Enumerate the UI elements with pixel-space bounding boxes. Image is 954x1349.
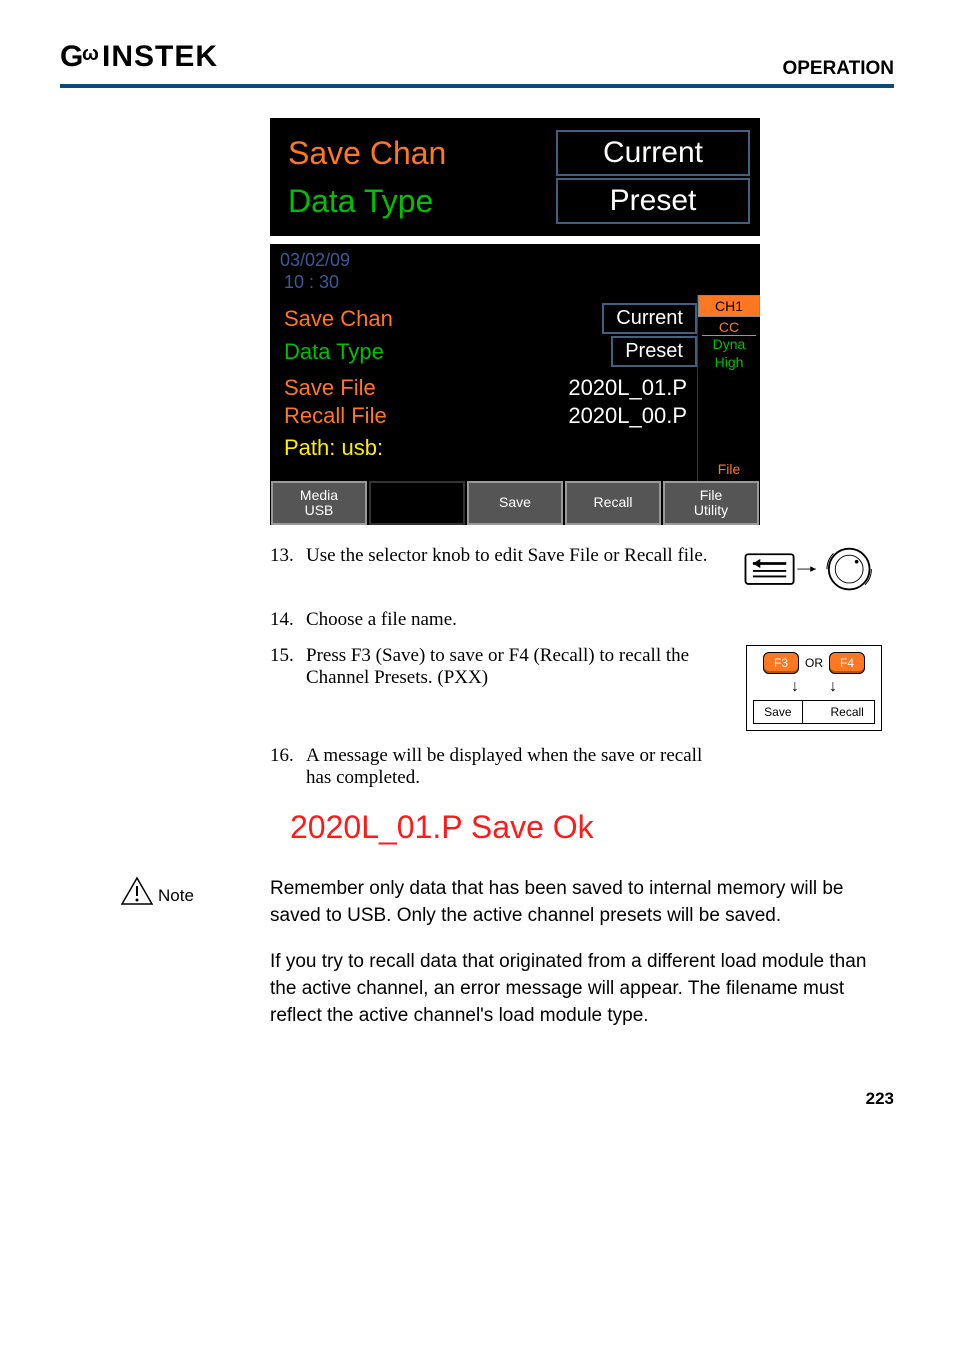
step-15-num: 15.: [270, 645, 306, 667]
step-14-text: Choose a file name.: [306, 609, 734, 631]
step-14: 14. Choose a file name.: [270, 609, 894, 631]
note-p1: Remember only data that has been saved t…: [270, 876, 894, 929]
step-16: 16. A message will be displayed when the…: [270, 745, 894, 789]
softkey-f1a: Media: [300, 488, 338, 503]
softkey-file-utility[interactable]: File Utility: [663, 481, 759, 525]
time: 10 : 30: [280, 272, 750, 294]
save-label: Save: [754, 701, 802, 723]
arrow-down-icon: ↓: [791, 678, 799, 696]
data-type-value: Preset: [556, 178, 750, 224]
note-p2: If you try to recall data that originate…: [270, 949, 894, 1029]
softkey-recall[interactable]: Recall: [565, 481, 661, 525]
softkey-save[interactable]: Save: [467, 481, 563, 525]
brand-logo-svg: G ω INSTEK: [60, 40, 250, 72]
step-15-text: Press F3 (Save) to save or F4 (Recall) t…: [306, 645, 734, 689]
page-header: G ω INSTEK OPERATION: [60, 40, 894, 88]
softkey-f1b: USB: [305, 503, 334, 518]
svg-text:G: G: [60, 40, 84, 72]
sc-save-chan-value: Current: [602, 303, 697, 334]
svg-text:INSTEK: INSTEK: [102, 40, 218, 72]
note-label: Note: [158, 876, 194, 906]
side-cc: CC: [702, 317, 756, 336]
side-high: High: [698, 354, 760, 370]
side-file: File: [698, 461, 760, 481]
side-dyna: Dyna: [698, 336, 760, 352]
side-panel: CH1 CC Dyna High File: [697, 295, 760, 481]
page-number: 223: [60, 1089, 894, 1109]
step-16-text: A message will be displayed when the sav…: [306, 745, 734, 789]
softkey-media-usb[interactable]: Media USB: [271, 481, 367, 525]
screen-highlight: Save Chan Current Data Type Preset: [270, 118, 760, 236]
step-13-text: Use the selector knob to edit Save File …: [306, 545, 734, 567]
sc-save-file-label: Save File: [284, 375, 376, 401]
f3-f4-figure: F3 OR F4 ↓ ↓ Save Recall: [746, 645, 882, 731]
sc-recall-file-label: Recall File: [284, 403, 387, 429]
selector-knob-icon: [734, 545, 894, 595]
step-13-num: 13.: [270, 545, 306, 567]
sc-recall-file-value: 2020L_00.P: [568, 403, 697, 429]
sc-data-type-label: Data Type: [284, 339, 384, 365]
svg-text:ω: ω: [82, 43, 100, 65]
sc-data-type-value: Preset: [611, 336, 697, 367]
brand-logo: G ω INSTEK: [60, 40, 250, 80]
sc-save-file-value: 2020L_01.P: [568, 375, 697, 401]
save-chan-label: Save Chan: [288, 135, 446, 172]
step-16-num: 16.: [270, 745, 306, 767]
softkey-f5a: File: [700, 488, 723, 503]
f3-button-icon: F3: [763, 652, 799, 674]
date: 03/02/09: [280, 250, 750, 272]
section-title: OPERATION: [782, 58, 894, 80]
sc-save-chan-label: Save Chan: [284, 306, 393, 332]
step-13: 13. Use the selector knob to edit Save F…: [270, 545, 894, 595]
sc-path-label: Path: usb:: [284, 435, 383, 461]
arrow-down-icon: ↓: [829, 678, 837, 696]
side-ch: CH1: [698, 295, 760, 317]
step-14-num: 14.: [270, 609, 306, 631]
softkey-f5b: Utility: [694, 503, 728, 518]
f4-button-icon: F4: [829, 652, 865, 674]
recall-label: Recall: [821, 701, 874, 723]
save-chan-value: Current: [556, 130, 750, 176]
save-ok-message: 2020L_01.P Save Ok: [290, 809, 894, 846]
device-screen: 03/02/09 10 : 30 Save Chan Current Data …: [270, 244, 760, 525]
data-type-label: Data Type: [288, 183, 433, 220]
soft-key-row: Media USB Save Recall File Utility: [270, 481, 760, 525]
step-15: 15. Press F3 (Save) to save or F4 (Recal…: [270, 645, 894, 731]
timestamp: 03/02/09 10 : 30: [270, 244, 760, 295]
or-label: OR: [805, 656, 823, 670]
note-icon: Note: [60, 876, 270, 1049]
softkey-empty: [369, 481, 465, 525]
